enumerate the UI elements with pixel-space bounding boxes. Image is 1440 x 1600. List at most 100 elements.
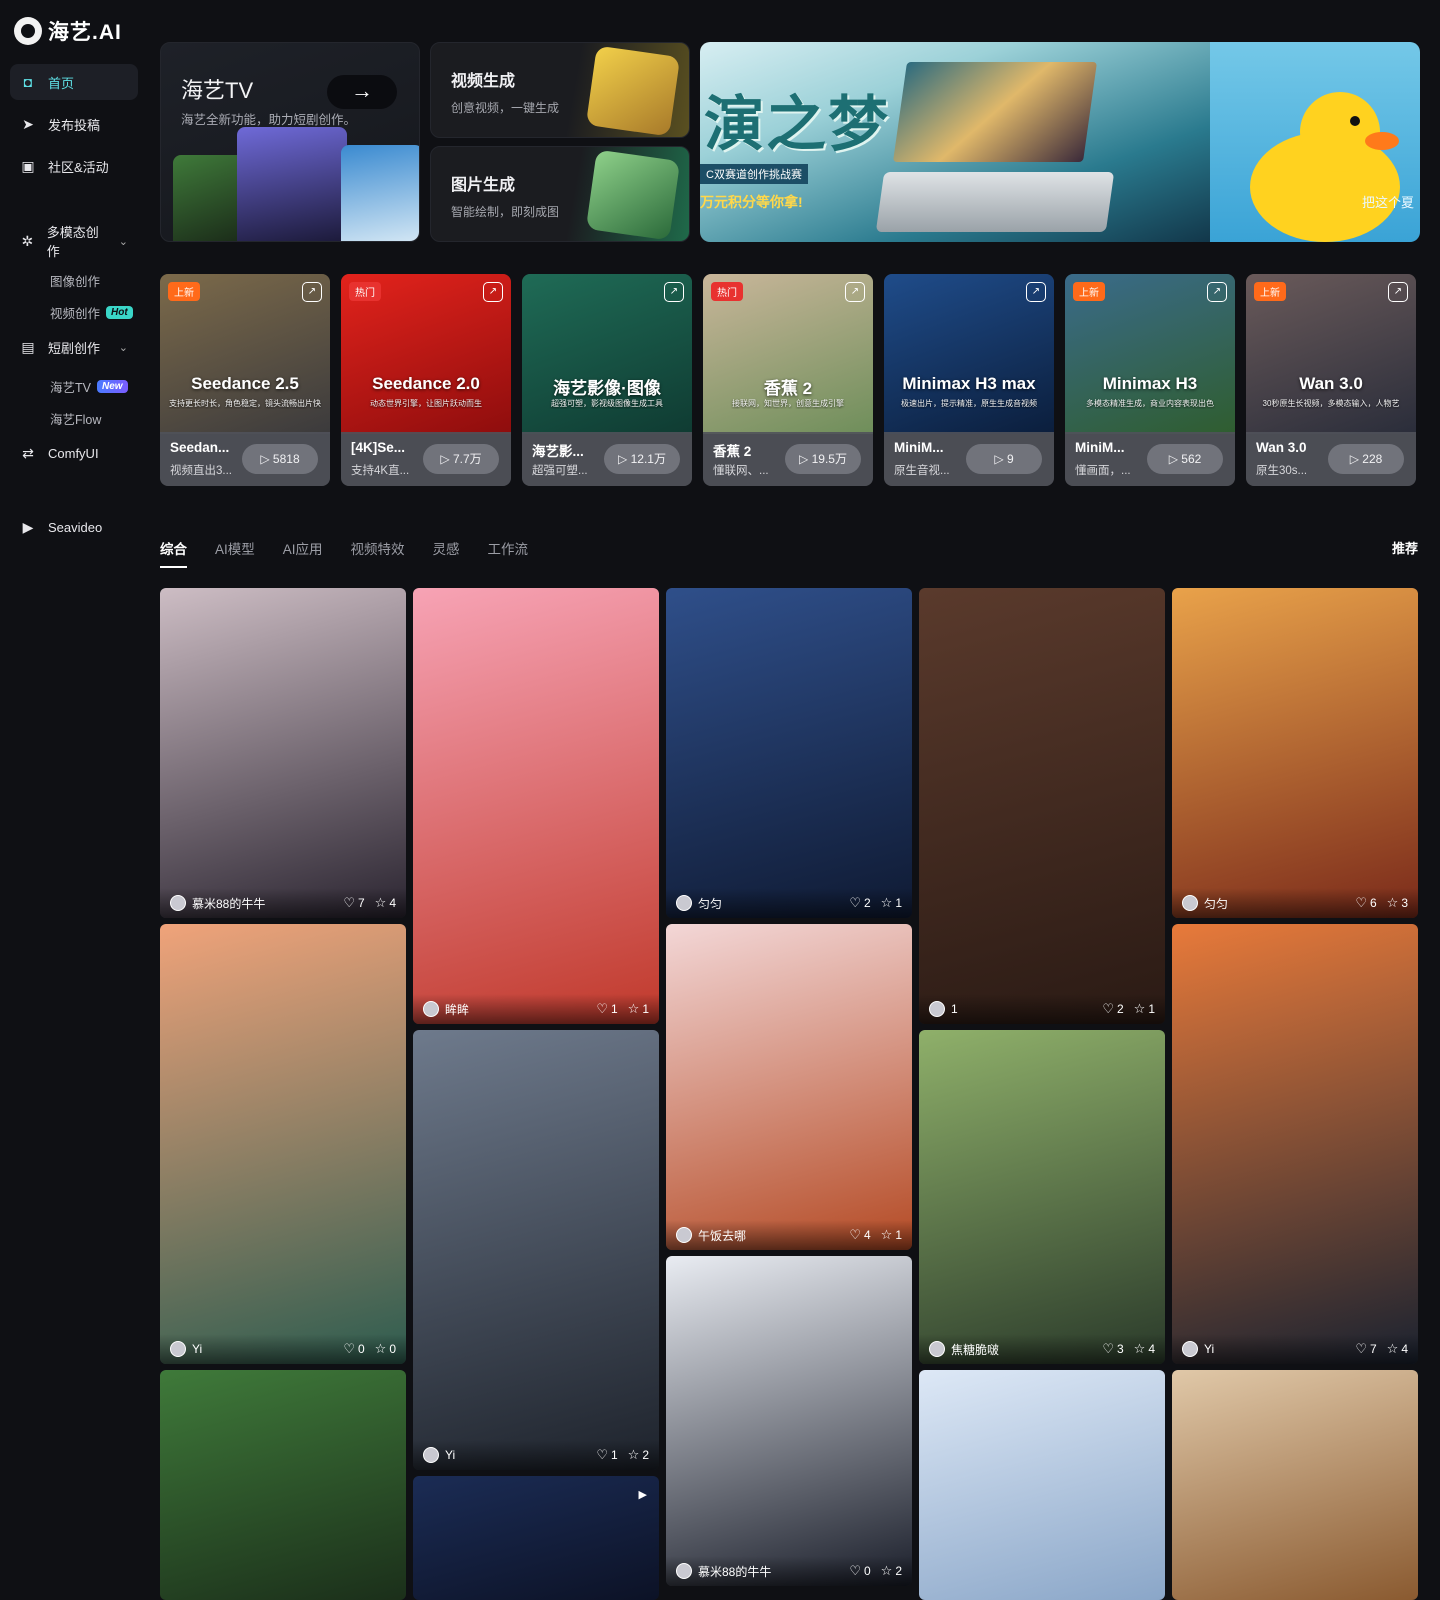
tab-5[interactable]: 工作流 bbox=[488, 538, 529, 568]
feed-tile[interactable]: 匀匀 ♡ 2 ☆ 1 bbox=[666, 588, 912, 918]
tile-author[interactable]: 匀匀 bbox=[1204, 895, 1345, 912]
avatar[interactable] bbox=[929, 1341, 945, 1357]
like-stat[interactable]: ♡ 0 bbox=[343, 1341, 364, 1357]
generate-icon[interactable]: ↗ bbox=[1026, 282, 1046, 302]
promo-banner[interactable]: 演之梦 C双赛道创作挑战赛 万元积分等你拿! 把这个夏 bbox=[700, 42, 1420, 242]
tile-author[interactable]: 慕米88的牛牛 bbox=[192, 895, 333, 912]
like-stat[interactable]: ♡ 2 bbox=[849, 895, 870, 911]
tab-4[interactable]: 灵感 bbox=[433, 538, 460, 568]
play-count-button[interactable]: ▷ 562 bbox=[1147, 444, 1223, 474]
avatar[interactable] bbox=[423, 1447, 439, 1463]
feed-tile[interactable]: Yi ♡ 7 ☆ 4 bbox=[1172, 924, 1418, 1364]
like-stat[interactable]: ♡ 1 bbox=[596, 1001, 617, 1017]
play-count-button[interactable]: ▷ 228 bbox=[1328, 444, 1404, 474]
avatar[interactable] bbox=[1182, 895, 1198, 911]
avatar[interactable] bbox=[170, 1341, 186, 1357]
model-card[interactable]: 热门 ↗ 香蕉 2 接联网，知世界，创意生成引擎 香蕉 2 懂联网、... ▷ 19.5万 bbox=[703, 274, 873, 486]
model-card[interactable]: 上新 ↗ Minimax H3 多模态精准生成，商业内容表现出色 MiniM... 懂画面… bbox=[1065, 274, 1235, 486]
feed-tile[interactable]: 1 ♡ 2 ☆ 1 bbox=[919, 588, 1165, 1024]
sidebar-item-multimodal[interactable]: ✲ 多模态创作 ⌄ bbox=[10, 223, 138, 259]
subnav-haiyi-tv[interactable]: 海艺TV New bbox=[50, 377, 128, 396]
like-stat[interactable]: ♡ 3 bbox=[1102, 1341, 1123, 1357]
play-count-button[interactable]: ▷ 19.5万 bbox=[785, 444, 861, 474]
sidebar-item-seavideo[interactable]: ▶ Seavideo bbox=[10, 509, 138, 545]
tile-author[interactable]: Yi bbox=[445, 1448, 586, 1462]
tab-2[interactable]: AI应用 bbox=[283, 538, 323, 568]
generate-icon[interactable]: ↗ bbox=[664, 282, 684, 302]
hero-image-gen-card[interactable]: 图片生成 智能绘制，即刻成图 bbox=[430, 146, 690, 242]
tile-author[interactable]: 匀匀 bbox=[698, 895, 839, 912]
like-stat[interactable]: ♡ 0 bbox=[849, 1563, 870, 1579]
sidebar-item-community[interactable]: ▣ 社区&活动 bbox=[10, 148, 138, 184]
sidebar-item-drama[interactable]: ▤ 短剧创作 ⌄ bbox=[10, 329, 138, 365]
feed-tile[interactable]: Yi ♡ 0 ☆ 0 bbox=[160, 924, 406, 1364]
tile-author[interactable]: 焦糖脆啵 bbox=[951, 1341, 1092, 1358]
feed-tile[interactable]: 焦糖脆啵 ♡ 3 ☆ 4 bbox=[919, 1030, 1165, 1364]
model-card[interactable]: 上新 ↗ Seedance 2.5 支持更长时长，角色稳定，镜头流畅出片快 Seedan… bbox=[160, 274, 330, 486]
feed-tile[interactable]: 慕米88的牛牛 ♡ 0 ☆ 2 bbox=[666, 1256, 912, 1586]
feed-tile[interactable]: 慕米88的牛牛 ♡ 7 ☆ 4 bbox=[160, 588, 406, 918]
feed-tile[interactable]: 匀匀 ♡ 6 ☆ 3 bbox=[1172, 588, 1418, 918]
sort-recommend-link[interactable]: 推荐 bbox=[1392, 538, 1418, 557]
star-stat[interactable]: ☆ 2 bbox=[881, 1563, 902, 1579]
star-stat[interactable]: ☆ 1 bbox=[628, 1001, 649, 1017]
feed-tile[interactable]: 眸眸 ♡ 1 ☆ 1 bbox=[413, 588, 659, 1024]
avatar[interactable] bbox=[423, 1001, 439, 1017]
feed-tile[interactable] bbox=[1172, 1370, 1418, 1600]
logo[interactable]: 海艺.AI bbox=[14, 16, 122, 46]
like-stat[interactable]: ♡ 7 bbox=[343, 895, 364, 911]
feed-tile[interactable]: 午饭去哪 ♡ 4 ☆ 1 bbox=[666, 924, 912, 1250]
tile-author[interactable]: 午饭去哪 bbox=[698, 1227, 839, 1244]
model-card[interactable]: ↗ Minimax H3 max 极速出片，提示精准，原生生成音视频 MiniM...… bbox=[884, 274, 1054, 486]
generate-icon[interactable]: ↗ bbox=[483, 282, 503, 302]
star-stat[interactable]: ☆ 0 bbox=[375, 1341, 396, 1357]
like-stat[interactable]: ♡ 6 bbox=[1355, 895, 1376, 911]
avatar[interactable] bbox=[676, 895, 692, 911]
feed-tile[interactable]: Yi ♡ 1 ☆ 2 bbox=[413, 1030, 659, 1470]
arrow-right-icon[interactable]: → bbox=[327, 75, 397, 109]
star-stat[interactable]: ☆ 4 bbox=[1387, 1341, 1408, 1357]
star-stat[interactable]: ☆ 1 bbox=[881, 895, 902, 911]
star-stat[interactable]: ☆ 4 bbox=[1134, 1341, 1155, 1357]
like-stat[interactable]: ♡ 4 bbox=[849, 1227, 870, 1243]
tab-0[interactable]: 综合 bbox=[160, 538, 187, 568]
avatar[interactable] bbox=[929, 1001, 945, 1017]
avatar[interactable] bbox=[676, 1563, 692, 1579]
tab-3[interactable]: 视频特效 bbox=[351, 538, 405, 568]
tile-author[interactable]: 1 bbox=[951, 1002, 1092, 1016]
generate-icon[interactable]: ↗ bbox=[1207, 282, 1227, 302]
feed-tile[interactable]: ▶ bbox=[413, 1476, 659, 1600]
star-stat[interactable]: ☆ 1 bbox=[1134, 1001, 1155, 1017]
star-stat[interactable]: ☆ 3 bbox=[1387, 895, 1408, 911]
tile-author[interactable]: Yi bbox=[1204, 1342, 1345, 1356]
model-card[interactable]: 热门 ↗ Seedance 2.0 动态世界引擎，让图片跃动而生 [4K]Se... 支持… bbox=[341, 274, 511, 486]
sidebar-item-home[interactable]: ◘ 首页 bbox=[10, 64, 138, 100]
play-count-button[interactable]: ▷ 9 bbox=[966, 444, 1042, 474]
subnav-image-creation[interactable]: 图像创作 bbox=[50, 271, 100, 290]
avatar[interactable] bbox=[676, 1227, 692, 1243]
play-count-button[interactable]: ▷ 7.7万 bbox=[423, 444, 499, 474]
tile-author[interactable]: 慕米88的牛牛 bbox=[698, 1563, 839, 1580]
feed-tile[interactable] bbox=[160, 1370, 406, 1600]
model-card[interactable]: 上新 ↗ Wan 3.0 30秒原生长视频，多模态输入，人物艺 Wan 3.0 原生30s… bbox=[1246, 274, 1416, 486]
subnav-haiyi-flow[interactable]: 海艺Flow bbox=[50, 409, 101, 428]
tile-author[interactable]: 眸眸 bbox=[445, 1001, 586, 1018]
like-stat[interactable]: ♡ 2 bbox=[1102, 1001, 1123, 1017]
play-count-button[interactable]: ▷ 12.1万 bbox=[604, 444, 680, 474]
tile-author[interactable]: Yi bbox=[192, 1342, 333, 1356]
star-stat[interactable]: ☆ 2 bbox=[628, 1447, 649, 1463]
tab-1[interactable]: AI模型 bbox=[215, 538, 255, 568]
sidebar-item-publish[interactable]: ➤ 发布投稿 bbox=[10, 106, 138, 142]
avatar[interactable] bbox=[1182, 1341, 1198, 1357]
generate-icon[interactable]: ↗ bbox=[845, 282, 865, 302]
play-count-button[interactable]: ▷ 5818 bbox=[242, 444, 318, 474]
subnav-video-creation[interactable]: 视频创作 Hot bbox=[50, 303, 133, 322]
model-card[interactable]: ↗ 海艺影像·图像 超强可塑，影视级图像生成工具 海艺影... 超强可塑... ▷ 12.… bbox=[522, 274, 692, 486]
like-stat[interactable]: ♡ 7 bbox=[1355, 1341, 1376, 1357]
star-stat[interactable]: ☆ 4 bbox=[375, 895, 396, 911]
feed-tile[interactable] bbox=[919, 1370, 1165, 1600]
sidebar-item-comfyui[interactable]: ⇄ ComfyUI bbox=[10, 435, 138, 471]
hero-haiyi-tv-card[interactable]: 海艺TV 海艺全新功能，助力短剧创作。 → bbox=[160, 42, 420, 242]
generate-icon[interactable]: ↗ bbox=[302, 282, 322, 302]
avatar[interactable] bbox=[170, 895, 186, 911]
